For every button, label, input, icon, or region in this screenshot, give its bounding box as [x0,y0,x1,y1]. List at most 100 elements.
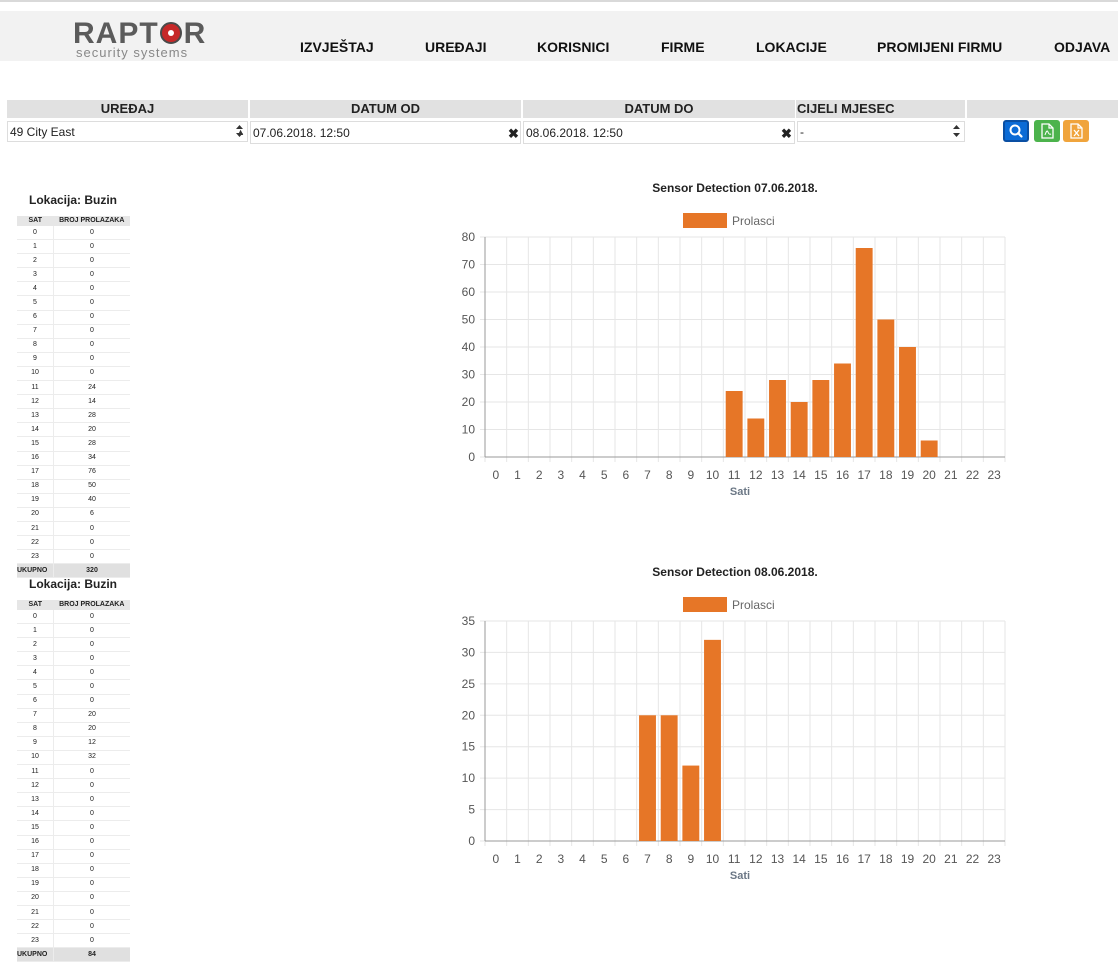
month-column-header: CIJELI MJESEC [796,100,965,118]
table-row: 20 0 [17,891,130,906]
hour-cell: 12 [17,394,54,410]
device-select[interactable]: 49 City East ▲ [7,121,248,142]
table-row: 21 0 [17,521,130,537]
hour-cell: 0 [17,226,54,241]
count-cell: 0 [53,849,130,864]
bar[interactable] [725,391,743,457]
bar[interactable] [660,715,678,841]
bar[interactable] [769,380,786,457]
table-row: 22 0 [17,535,130,551]
bar[interactable] [855,248,873,457]
hour-cell: 18 [17,479,54,494]
table-row: 10 0 [17,366,130,382]
table-row: 40 [17,665,130,681]
bar[interactable] [704,639,721,841]
bar[interactable] [920,440,938,458]
hour-cell: 22 [17,535,54,551]
count-cell: 0 [53,281,130,297]
nav-korisnici[interactable]: KORISNICI [537,39,609,55]
total-value: 320 [53,563,130,579]
count-cell: 20 [53,722,130,737]
bar[interactable] [682,765,700,841]
y-tick-label: 10 [462,771,476,785]
nav-odjava[interactable]: ODJAVA [1054,39,1110,55]
count-cell: 0 [53,764,130,780]
table-header-row: SAT BROJ PROLAZAKA [17,600,130,610]
bar[interactable] [790,402,808,457]
hour-cell: 8 [17,338,54,353]
sensor-detection-chart-1: Sensor Detection 07.06.2018.Prolasci0102… [462,181,1006,498]
x-tick-label: 19 [901,468,915,482]
x-tick-label: 14 [792,468,806,482]
legend-label[interactable]: Prolasci [732,214,775,228]
hour-cell: 2 [17,253,54,269]
x-tick-label: 2 [536,852,543,866]
table-row: 23 0 [17,549,130,565]
hour-cell: 3 [17,267,54,283]
nav-izvjestaj[interactable]: IZVJEŠTAJ [300,39,374,55]
hour-cell: 14 [17,806,54,822]
legend-label[interactable]: Prolasci [732,598,775,612]
device-select-value: 49 City East [10,125,75,139]
bar[interactable] [877,319,895,458]
legend-swatch[interactable] [683,597,727,612]
column-header-count: BROJ PROLAZAKA [53,600,130,610]
hour-cell: 7 [17,324,54,339]
x-tick-label: 21 [944,468,958,482]
x-tick-label: 1 [514,468,521,482]
hourly-table-1: SAT BROJ PROLAZAKA 001020304050607080901… [17,216,130,579]
nav-lokacije[interactable]: LOKACIJE [756,39,827,55]
date-to-input[interactable]: 08.06.2018. 12:50 [523,121,795,144]
month-select[interactable]: - [797,121,965,142]
x-tick-label: 17 [857,852,871,866]
table-row: 30 [17,651,130,667]
x-tick-label: 16 [836,852,850,866]
x-tick-label: 0 [492,468,499,482]
table-row: 12 0 [17,778,130,794]
nav-uredjaji[interactable]: UREĐAJI [425,39,486,55]
bar[interactable] [747,418,765,458]
table-row: 15 0 [17,820,130,836]
count-cell: 20 [53,422,130,438]
bar[interactable] [639,715,656,841]
table-row: 00 [17,610,130,625]
count-cell: 0 [53,877,130,892]
hour-cell: 14 [17,422,54,438]
clear-date-to-icon[interactable]: ✖ [781,126,792,142]
count-cell: 0 [53,679,130,695]
x-tick-label: 3 [557,852,564,866]
table-row: 00 [17,226,130,241]
table-row: 14 0 [17,806,130,822]
table-row: 19 0 [17,877,130,892]
export-excel-button[interactable] [1063,120,1089,142]
table-row: 13 0 [17,792,130,808]
nav-promijeni-firmu[interactable]: PROMIJENI FIRMU [877,39,1002,55]
x-tick-label: 22 [966,468,980,482]
x-tick-label: 12 [749,468,763,482]
x-axis-title: Sati [730,486,750,498]
table-row: 70 [17,324,130,339]
count-cell: 0 [53,253,130,269]
nav-firme[interactable]: FIRME [661,39,705,55]
x-tick-label: 5 [601,468,608,482]
sensor-detection-chart-2: Sensor Detection 08.06.2018.Prolasci0510… [462,565,1006,882]
x-tick-label: 4 [579,468,586,482]
bar[interactable] [899,347,916,457]
date-from-input[interactable]: 07.06.2018. 12:50 [250,121,521,144]
count-cell: 0 [53,610,130,625]
hour-cell: 9 [17,736,54,751]
bar[interactable] [812,380,830,457]
legend-swatch[interactable] [683,213,727,228]
count-cell: 76 [53,465,130,480]
search-button[interactable] [1003,120,1029,142]
clear-date-from-icon[interactable]: ✖ [508,126,519,142]
date-from-value: 07.06.2018. 12:50 [253,126,350,140]
date-to-column-header: DATUM DO [523,100,795,118]
raptor-logo[interactable]: RAPT R security systems [73,19,228,60]
hour-cell: 5 [17,295,54,311]
table-row: 14 20 [17,422,130,438]
count-cell: 14 [53,394,130,410]
bar[interactable] [834,363,851,458]
hour-cell: 10 [17,750,54,766]
export-pdf-button[interactable] [1034,120,1060,142]
